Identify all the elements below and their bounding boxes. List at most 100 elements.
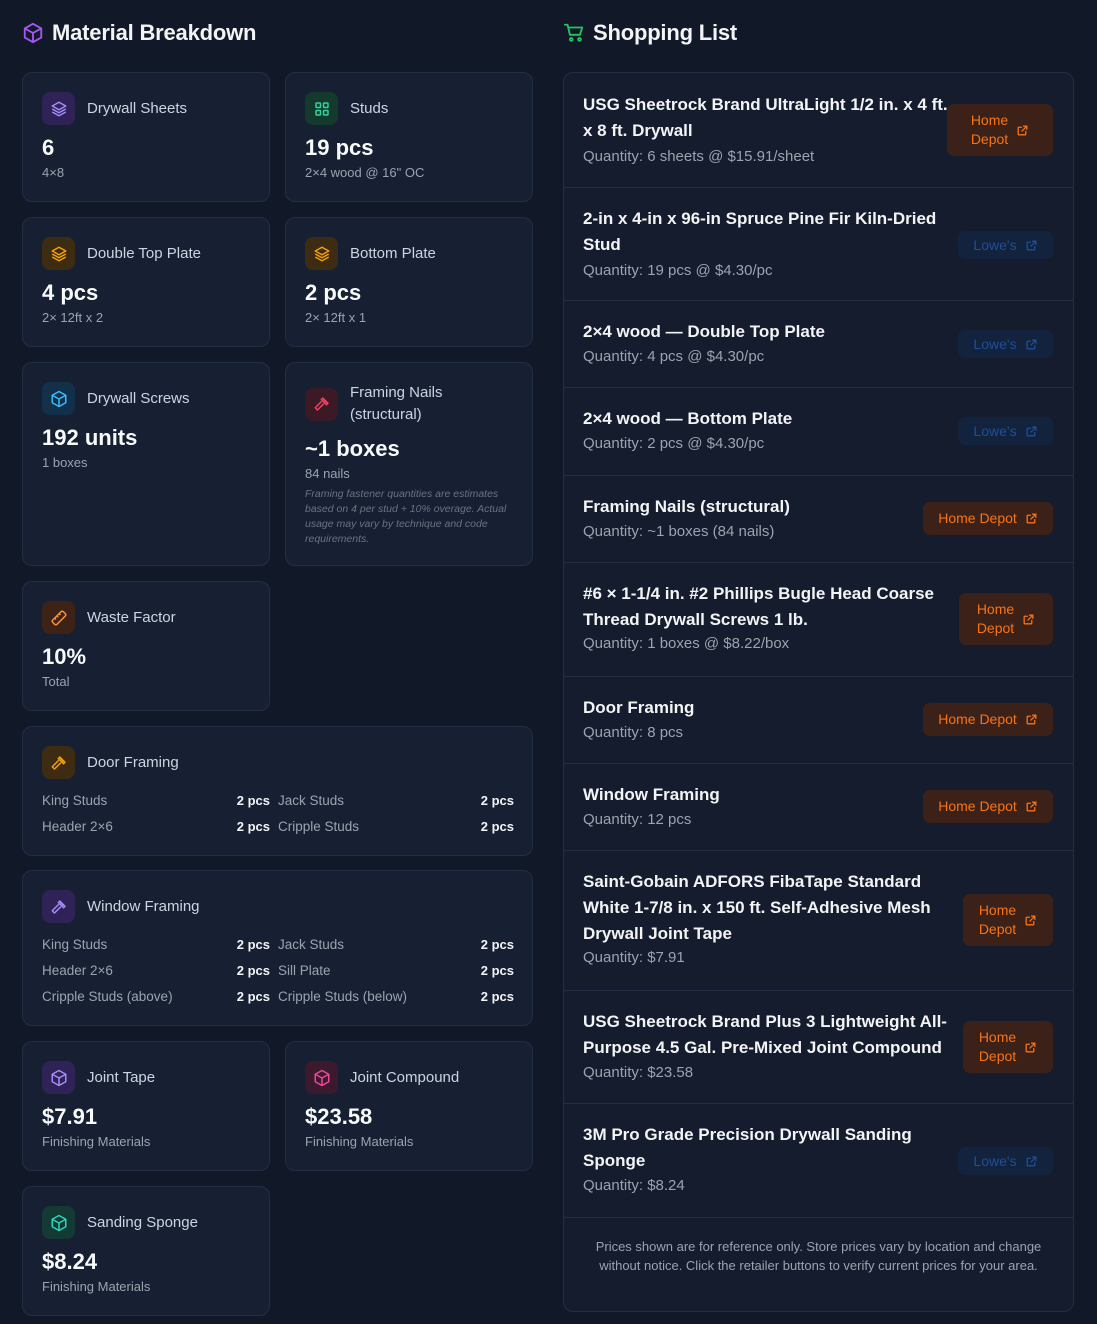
card-label: Studs [350,99,389,117]
framing-row: Cripple Studs (above) 2 pcs Cripple Studs… [42,989,514,1004]
drywall-screws-card: Drywall Screws 192 units 1 boxes [22,362,270,566]
card-label: Framing Nails [350,384,443,401]
home-depot-button[interactable]: Home Depot [947,104,1053,156]
button-label: Lowe's [973,1152,1017,1169]
row-label: King Studs [42,793,108,808]
bottom-plate-card: Bottom Plate 2 pcs 2× 12ft x 1 [285,217,533,347]
item-name: USG Sheetrock Brand UltraLight 1/2 in. x… [583,95,948,140]
card-sub: 2×4 wood @ 16" OC [305,165,425,180]
card-label: Joint Tape [87,1068,156,1086]
card-label: Waste Factor [87,608,176,626]
drywall-sheets-card: Drywall Sheets 6 4×8 [22,72,270,202]
item-quantity: Quantity: 1 boxes @ $8.22/box [583,635,790,652]
card-sub: 2× 12ft x 2 [42,310,104,325]
home-depot-button[interactable]: Home Depot [923,790,1053,823]
home-depot-button[interactable]: Home Depot [923,703,1053,736]
card-label: Double Top Plate [87,244,201,262]
shopping-item: Window Framing Quantity: 12 pcs Home Dep… [564,764,1073,851]
button-label-line2: Depot [970,131,1009,147]
home-depot-button[interactable]: Home Depot [963,1021,1053,1073]
door-framing-card: Door Framing King Studs 2 pcs Jack Studs 2… [22,726,533,856]
button-label: Lowe's [973,236,1017,253]
card-sub: 2× 12ft x 1 [305,310,367,325]
home-depot-button[interactable]: Home Depot [963,894,1053,946]
price-disclaimer: Prices shown are for reference only. Sto… [595,1239,1042,1273]
card-sub: 4×8 [42,165,65,180]
card-sub: Total [42,674,70,689]
package-icon [305,1061,338,1094]
layers-icon [42,92,75,125]
studs-card: Studs 19 pcs 2×4 wood @ 16" OC [285,72,533,202]
cart-icon [563,23,584,42]
item-name: 3M Pro Grade Precision Drywall Sanding S… [583,1125,912,1170]
sanding-sponge-card: Sanding Sponge $8.24 Finishing Materials [22,1186,270,1316]
item-quantity: Quantity: 4 pcs @ $4.30/pc [583,348,765,365]
row-label: Jack Studs [278,937,345,952]
framing-nails-card: Framing Nails (structural) ~1 boxes 84 n… [285,362,533,566]
home-depot-button[interactable]: Home Depot [923,502,1053,535]
card-label: Drywall Screws [87,389,190,407]
item-quantity: Quantity: 6 sheets @ $15.91/sheet [583,148,815,165]
item-name: 2×4 wood — Bottom Plate [583,409,793,428]
framing-row: Header 2×6 2 pcs Sill Plate 2 pcs [42,963,514,978]
lowes-button[interactable]: Lowe's [958,231,1053,259]
package-icon [42,1206,75,1239]
item-quantity: Quantity: 8 pcs [583,724,684,741]
joint-compound-card: Joint Compound $23.58 Finishing Material… [285,1041,533,1171]
item-quantity: Quantity: $7.91 [583,949,685,966]
shopping-item: 2×4 wood — Bottom Plate Quantity: 2 pcs … [564,388,1073,476]
row-value: 2 pcs [236,793,270,808]
home-depot-button[interactable]: Home Depot [959,593,1053,645]
external-link-icon [1026,1156,1037,1166]
lowes-button[interactable]: Lowe's [958,417,1053,445]
item-name: 2×4 wood — Double Top Plate [583,322,825,341]
lowes-button[interactable]: Lowe's [958,330,1053,358]
card-sub: Finishing Materials [42,1134,151,1149]
button-label-line2: Depot [978,921,1017,937]
card-value: 2 pcs [305,280,362,305]
card-value: 19 pcs [305,135,374,160]
card-sub: Finishing Materials [305,1134,414,1149]
lowes-button[interactable]: Lowe's [958,1147,1053,1175]
button-label: Home [970,112,1009,128]
row-label: King Studs [42,937,108,952]
button-label: Home [978,1029,1017,1045]
shopping-item: Saint-Gobain ADFORS FibaTape Standard Wh… [564,851,1073,991]
card-value: $7.91 [42,1104,98,1129]
external-link-icon [1026,240,1037,250]
item-name: Door Framing [583,698,695,717]
row-label: Header 2×6 [42,963,113,978]
external-link-icon [1025,1042,1036,1052]
framing-row: King Studs 2 pcs Jack Studs 2 pcs [42,793,514,808]
card-value: 6 [42,135,55,160]
row-value: 2 pcs [480,989,514,1004]
row-value: 2 pcs [480,819,514,834]
joint-tape-card: Joint Tape $7.91 Finishing Materials [22,1041,270,1171]
item-name: 2-in x 4-in x 96-in Spruce Pine Fir Kiln… [583,209,937,254]
grid-icon [305,92,338,125]
row-label: Jack Studs [278,793,345,808]
external-link-icon [1023,614,1034,624]
item-name: Window Framing [583,785,720,804]
card-label: Joint Compound [350,1068,460,1086]
double-top-plate-card: Double Top Plate 4 pcs 2× 12ft x 2 [22,217,270,347]
button-label: Lowe's [973,335,1017,352]
card-label: Drywall Sheets [87,99,188,117]
section-heading: Material Breakdown [52,20,257,45]
item-name: USG Sheetrock Brand Plus 3 Lightweight A… [583,1012,947,1057]
framing-row: King Studs 2 pcs Jack Studs 2 pcs [42,937,514,952]
button-label: Lowe's [973,422,1017,439]
card-value: 192 units [42,425,138,450]
card-value: $23.58 [305,1104,373,1129]
shopping-item: Framing Nails (structural) Quantity: ~1 … [564,476,1073,563]
card-label: Window Framing [87,897,200,915]
hammer-icon [42,746,75,779]
shopping-item: 2×4 wood — Double Top Plate Quantity: 4 … [564,301,1073,388]
button-label: Home Depot [938,798,1017,814]
shopping-item: #6 × 1-1/4 in. #2 Phillips Bugle Head Co… [564,563,1073,677]
row-value: 2 pcs [236,937,270,952]
shopping-item: 2-in x 4-in x 96-in Spruce Pine Fir Kiln… [564,188,1073,301]
row-label: Sill Plate [278,963,331,978]
box-icon [23,22,43,44]
button-label: Home Depot [938,711,1017,727]
